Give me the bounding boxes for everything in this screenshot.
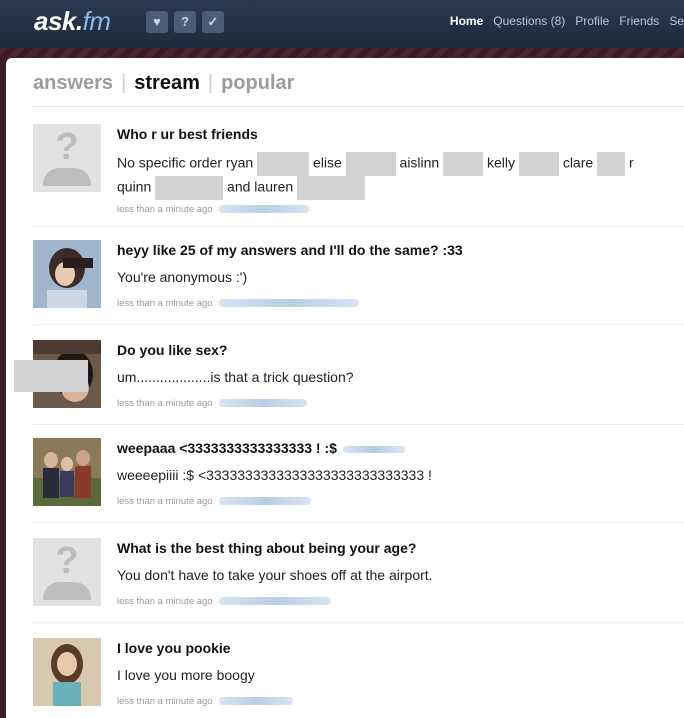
time-text: less than a minute ago bbox=[117, 496, 213, 507]
nav-questions[interactable]: Questions (8) bbox=[493, 14, 565, 28]
tab-separator: | bbox=[207, 72, 214, 94]
timestamp: less than a minute ago bbox=[117, 204, 309, 215]
redacted-block bbox=[155, 176, 224, 200]
answer-fragment: clare bbox=[562, 154, 594, 171]
top-bar: ask.fm ♥ ? ✓ Home Questions (8) Profile … bbox=[0, 0, 684, 49]
blurred-username[interactable] bbox=[218, 399, 307, 408]
redacted-block bbox=[518, 152, 559, 176]
nav-profile[interactable]: Profile bbox=[575, 14, 609, 28]
avatar[interactable] bbox=[33, 240, 101, 308]
blurred-username[interactable] bbox=[218, 697, 293, 706]
answer-fragment: elise bbox=[312, 154, 342, 171]
logo-main-text: ask. bbox=[34, 6, 83, 36]
redacted-block bbox=[14, 360, 88, 392]
item-divider bbox=[33, 522, 684, 523]
nav-friends[interactable]: Friends bbox=[619, 14, 659, 28]
item-divider bbox=[33, 324, 684, 325]
answer-text: um...................is that a trick que… bbox=[117, 369, 354, 385]
answer-fragment: kelly bbox=[487, 154, 516, 171]
answer-text: I love you more boogy bbox=[117, 667, 255, 683]
blurred-username[interactable] bbox=[342, 445, 405, 453]
blurred-username[interactable] bbox=[218, 497, 311, 506]
feed-tabs: answers | stream | popular bbox=[33, 72, 294, 95]
question-text[interactable]: Do you like sex? bbox=[117, 342, 227, 358]
time-text: less than a minute ago bbox=[117, 398, 213, 409]
blurred-username[interactable] bbox=[218, 205, 309, 214]
question-fragment: weepaaa <3333333333333333 ! :$ bbox=[117, 440, 337, 456]
answer-text: No specific order ryan elise aislinn kel… bbox=[117, 152, 684, 200]
item-divider bbox=[33, 226, 684, 227]
top-navigation: Home Questions (8) Profile Friends Se bbox=[450, 14, 684, 28]
answer-fragment: No specific order ryan bbox=[117, 154, 254, 171]
avatar[interactable]: ? bbox=[33, 538, 101, 606]
main-panel: answers | stream | popular ? Who r ur be… bbox=[6, 58, 684, 718]
time-text: less than a minute ago bbox=[117, 204, 213, 215]
answer-text: weeeepiiii :$ <3333333333333333333333333… bbox=[117, 467, 432, 483]
question-text[interactable]: What is the best thing about being your … bbox=[117, 540, 416, 556]
redacted-block bbox=[597, 152, 626, 176]
timestamp: less than a minute ago bbox=[117, 696, 293, 707]
timestamp: less than a minute ago bbox=[117, 596, 331, 607]
avatar[interactable]: ? bbox=[33, 124, 101, 192]
nav-home[interactable]: Home bbox=[450, 14, 483, 28]
avatar[interactable] bbox=[33, 638, 101, 706]
tab-answers[interactable]: answers bbox=[33, 72, 113, 95]
answer-fragment: aislinn bbox=[399, 154, 440, 171]
blurred-username[interactable] bbox=[218, 597, 331, 606]
redacted-block bbox=[345, 152, 396, 176]
nav-settings[interactable]: Se bbox=[669, 14, 684, 28]
tab-stream[interactable]: stream bbox=[134, 72, 200, 95]
default-avatar-body bbox=[43, 168, 91, 186]
item-divider bbox=[33, 424, 684, 425]
blurred-username[interactable] bbox=[218, 299, 359, 308]
user-photo bbox=[33, 638, 101, 706]
check-icon[interactable]: ✓ bbox=[202, 11, 224, 33]
answer-fragment: quinn bbox=[117, 178, 152, 195]
top-icon-group: ♥ ? ✓ bbox=[146, 11, 224, 33]
tab-separator: | bbox=[121, 72, 127, 94]
timestamp: less than a minute ago bbox=[117, 298, 359, 309]
question-text[interactable]: Who r ur best friends bbox=[117, 126, 258, 142]
time-text: less than a minute ago bbox=[117, 696, 213, 707]
question-text[interactable]: I love you pookie bbox=[117, 640, 231, 656]
timestamp: less than a minute ago bbox=[117, 398, 307, 409]
answer-text: You're anonymous :') bbox=[117, 269, 248, 285]
timestamp: less than a minute ago bbox=[117, 496, 311, 507]
time-text: less than a minute ago bbox=[117, 298, 213, 309]
question-icon[interactable]: ? bbox=[174, 11, 196, 33]
tab-divider bbox=[33, 106, 684, 107]
default-avatar-icon: ? bbox=[55, 126, 79, 168]
answer-fragment: and lauren bbox=[227, 178, 294, 195]
redacted-block bbox=[257, 152, 310, 176]
question-text[interactable]: weepaaa <3333333333333333 ! :$ bbox=[117, 440, 405, 456]
time-text: less than a minute ago bbox=[117, 596, 213, 607]
user-photo bbox=[33, 240, 101, 308]
heart-icon[interactable]: ♥ bbox=[146, 11, 168, 33]
tab-popular[interactable]: popular bbox=[221, 72, 294, 95]
answer-text: You don't have to take your shoes off at… bbox=[117, 567, 433, 583]
redacted-block bbox=[443, 152, 484, 176]
item-divider bbox=[33, 622, 684, 623]
redacted-block bbox=[297, 176, 366, 200]
default-avatar-icon: ? bbox=[55, 540, 79, 582]
askfm-logo[interactable]: ask.fm bbox=[34, 6, 111, 37]
question-text[interactable]: heyy like 25 of my answers and I'll do t… bbox=[117, 242, 463, 258]
default-avatar-body bbox=[43, 582, 91, 600]
logo-accent-text: fm bbox=[82, 6, 111, 36]
user-photo bbox=[33, 438, 101, 506]
avatar[interactable] bbox=[33, 438, 101, 506]
answer-fragment: r bbox=[628, 154, 634, 171]
